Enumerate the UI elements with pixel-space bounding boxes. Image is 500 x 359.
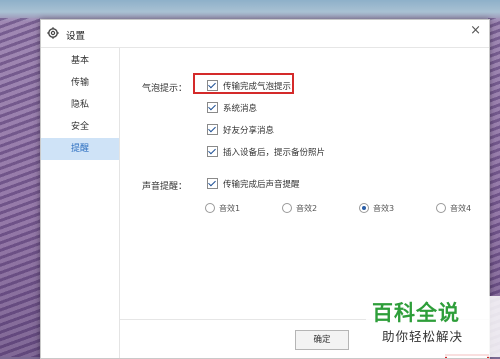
radio-button[interactable] — [436, 203, 446, 213]
checkbox[interactable] — [207, 178, 218, 189]
sound-effect-3[interactable]: 音效3 — [359, 202, 394, 214]
sidebar-item-label: 提醒 — [70, 144, 89, 154]
radio-label: 音效1 — [219, 203, 241, 213]
window-title: 设置 — [66, 31, 86, 42]
watermark-slogan: 助你轻松解决 — [382, 329, 464, 344]
sidebar-item-label: 传输 — [70, 78, 89, 88]
lavander-field-left — [0, 18, 40, 357]
bubble-transfer-complete-option[interactable]: 传输完成气泡提示 — [207, 79, 291, 92]
sidebar-item-label: 隐私 — [70, 100, 89, 110]
bubble-section-label: 气泡提示： — [142, 84, 188, 94]
sidebar-item-security[interactable]: 安全 — [41, 116, 119, 138]
radio-label: 音效3 — [373, 203, 395, 213]
checkbox-label: 插入设备后，提示备份照片 — [223, 147, 326, 158]
radio-button[interactable] — [205, 203, 215, 213]
sidebar-item-transfer[interactable]: 传输 — [41, 72, 119, 94]
checkbox-label: 系统消息 — [223, 103, 258, 114]
sound-section-label: 声音提醒： — [142, 182, 188, 192]
checkbox-label: 传输完成气泡提示 — [223, 81, 292, 92]
checkbox[interactable] — [207, 102, 218, 113]
bubble-system-message-option[interactable]: 系统消息 — [207, 101, 257, 114]
sidebar-item-label: 安全 — [70, 122, 89, 132]
radio-label: 音效4 — [450, 203, 472, 213]
bubble-backup-photos-option[interactable]: 插入设备后，提示备份照片 — [207, 145, 325, 158]
checkbox-label: 好友分享消息 — [223, 125, 275, 136]
checkbox[interactable] — [207, 146, 218, 157]
close-icon[interactable]: × — [470, 23, 481, 38]
gear-icon — [47, 27, 59, 39]
radio-label: 音效2 — [296, 203, 318, 213]
ok-button[interactable]: 确定 — [295, 330, 349, 350]
radio-button[interactable] — [282, 203, 292, 213]
sidebar-item-basic[interactable]: 基本 — [41, 50, 119, 72]
radio-button[interactable] — [359, 203, 369, 213]
sound-effect-2[interactable]: 音效2 — [282, 202, 317, 214]
checkbox[interactable] — [207, 80, 218, 91]
sound-effect-1[interactable]: 音效1 — [205, 202, 240, 214]
settings-sidebar: 基本 传输 隐私 安全 提醒 — [41, 48, 120, 358]
checkbox-label: 传输完成后声音提醒 — [223, 179, 300, 190]
sidebar-item-privacy[interactable]: 隐私 — [41, 94, 119, 116]
sidebar-item-reminder[interactable]: 提醒 — [41, 138, 119, 160]
bubble-friend-share-option[interactable]: 好友分享消息 — [207, 123, 274, 136]
watermark-logo: 百科全说 — [372, 301, 460, 325]
sidebar-item-label: 基本 — [70, 56, 89, 66]
sound-effect-4[interactable]: 音效4 — [436, 202, 471, 214]
sound-transfer-complete-option[interactable]: 传输完成后声音提醒 — [207, 177, 300, 190]
title-bar[interactable]: 设置 × — [41, 20, 489, 48]
checkbox[interactable] — [207, 124, 218, 135]
